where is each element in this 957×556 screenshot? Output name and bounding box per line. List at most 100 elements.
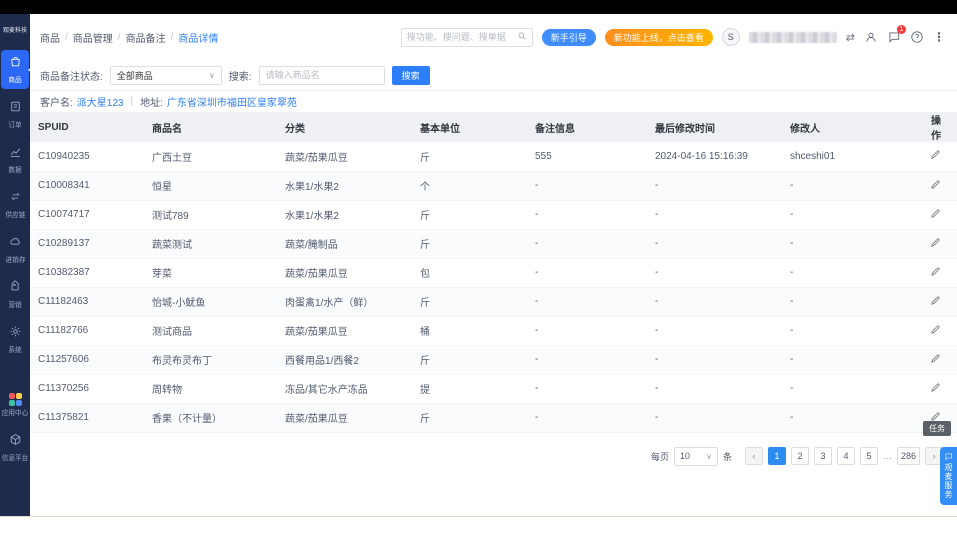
table-cell: -	[535, 296, 539, 307]
edit-icon[interactable]	[930, 238, 941, 251]
edit-icon[interactable]	[930, 383, 941, 396]
sidebar-item-supply-chain[interactable]: 供应链	[1, 185, 29, 224]
table-cell: 斤	[420, 356, 430, 367]
sidebar-item-system[interactable]: 系统	[1, 320, 29, 359]
chevron-down-icon: ∨	[706, 451, 712, 461]
actions-cell	[917, 229, 957, 258]
table-cell: -	[535, 412, 539, 423]
global-search[interactable]	[400, 27, 533, 47]
table-cell: -	[535, 354, 539, 365]
global-search-input[interactable]	[406, 32, 517, 42]
pagination: 每页 10 ∨ 条 ‹ 1 2 3 4 5 … 286 ›	[30, 433, 957, 466]
sidebar-item-label: 营销	[8, 302, 22, 309]
edit-icon[interactable]	[930, 150, 941, 163]
col-modifier: 修改人	[782, 112, 917, 142]
message-icon[interactable]: 1	[887, 25, 906, 44]
table-cell: 蔬菜/茄果瓜豆	[285, 414, 348, 425]
page-button-1[interactable]: 1	[767, 447, 786, 465]
table-cell: C10382387	[38, 267, 90, 278]
switch-account-icon[interactable]: ⇄	[846, 31, 855, 44]
prev-page-button[interactable]: ‹	[744, 447, 763, 465]
page-button-4[interactable]: 4	[836, 447, 855, 465]
more-icon[interactable]: ⋮	[933, 30, 945, 44]
client-name-label: 客户名:	[40, 98, 73, 109]
guide-button[interactable]: 新手引导	[541, 28, 596, 46]
actions-cell	[917, 374, 957, 403]
avatar[interactable]: S	[721, 28, 740, 46]
sidebar-item-inventory[interactable]: 进销存	[1, 230, 29, 269]
service-tab[interactable]: 观麦服务	[940, 447, 957, 505]
page-button-3[interactable]: 3	[813, 447, 832, 465]
sidebar-item-goods[interactable]: 商品	[1, 50, 29, 89]
help-icon[interactable]	[910, 30, 924, 44]
sidebar-bottom: 应用中心 信息平台	[0, 385, 30, 470]
table-cell: -	[790, 180, 794, 191]
support-icon[interactable]	[864, 30, 878, 44]
table-cell: 西餐用品1/西餐2	[285, 356, 359, 367]
letterbox-top	[0, 0, 957, 14]
sidebar-item-label: 数据	[8, 167, 22, 174]
table-cell: -	[790, 209, 794, 220]
sidebar-item-orders[interactable]: 订单	[1, 95, 29, 134]
search-button[interactable]: 搜索	[391, 65, 430, 85]
table-cell: 包	[420, 269, 430, 280]
table-cell: 2024-04-16 15:16:39	[655, 150, 748, 162]
page-button-5[interactable]: 5	[859, 447, 878, 465]
edit-icon[interactable]	[930, 354, 941, 367]
table-cell: 水果1/水果2	[285, 182, 339, 193]
app-logo: 观麦科技	[2, 28, 27, 34]
page-button-last[interactable]: 286	[896, 447, 920, 465]
task-tag[interactable]: 任务	[923, 421, 951, 436]
table-cell: C10008341	[38, 180, 90, 191]
page-button-2[interactable]: 2	[790, 447, 809, 465]
tag-icon	[9, 280, 22, 298]
table-cell: -	[535, 238, 539, 249]
table-cell: -	[535, 383, 539, 394]
sidebar-item-data[interactable]: 数据	[1, 140, 29, 179]
table-cell: 测试789	[152, 211, 189, 222]
table-row: C10289137 蔬菜测试 蔬菜/腌制品 斤 - - -	[30, 229, 957, 258]
edit-icon[interactable]	[930, 325, 941, 338]
edit-icon[interactable]	[930, 296, 941, 309]
table-row: C11375821 香果（不计量） 蔬菜/茄果瓜豆 斤 - - -	[30, 403, 957, 432]
per-page-select[interactable]: 10 ∨	[673, 446, 718, 466]
sidebar-item-label: 信息平台	[1, 455, 29, 462]
breadcrumb-item[interactable]: 商品	[40, 30, 60, 45]
table-row: C11182463 怡城-小鱿鱼 肉蛋禽1/水产（鲜） 斤 - - -	[30, 287, 957, 316]
table-cell: -	[655, 354, 659, 365]
goods-search-input[interactable]	[258, 65, 385, 85]
table-row: C10008341 恒星 水果1/水果2 个 - - -	[30, 171, 957, 200]
edit-icon[interactable]	[930, 180, 941, 193]
col-last-modified: 最后修改时间	[647, 112, 782, 142]
edit-icon[interactable]	[930, 267, 941, 280]
filter-bar: 商品备注状态: 全部商品 ∨ 搜索: 搜索	[30, 60, 957, 91]
sidebar-item-label: 系统	[8, 347, 22, 354]
table-cell: 广西土豆	[152, 152, 192, 164]
table-row: C10074717 测试789 水果1/水果2 斤 - - -	[30, 200, 957, 229]
promo-button[interactable]: 新功能上线，点击查看	[604, 28, 713, 46]
main-content: 商品/ 商品管理/ 商品备注/ 商品详情 新手引导 新功能上线，点击查看 S ⇄…	[30, 14, 957, 516]
breadcrumb-item[interactable]: 商品备注	[126, 30, 166, 45]
table-cell: 蔬菜/茄果瓜豆	[285, 327, 348, 338]
gear-icon	[9, 325, 22, 343]
search-filter-label: 搜索:	[228, 71, 252, 83]
sidebar-item-app-center[interactable]: 应用中心	[1, 388, 29, 422]
client-name-link[interactable]: 派大星123	[77, 94, 124, 109]
search-icon[interactable]	[517, 28, 527, 46]
header-actions: 新手引导 新功能上线，点击查看 S ⇄ 1 ⋮	[400, 25, 945, 47]
actions-cell	[917, 287, 957, 316]
sidebar: 观麦科技 商品 订单 数据 供应链 进销存 营销 系统 应用中心 信息平台	[0, 14, 30, 516]
sidebar-item-info-platform[interactable]: 信息平台	[1, 428, 29, 467]
edit-icon[interactable]	[930, 209, 941, 222]
client-address-link[interactable]: 广东省深圳市福田区皇家翠苑	[167, 94, 297, 109]
table-cell: C11370256	[38, 383, 89, 394]
sidebar-item-marketing[interactable]: 营销	[1, 275, 29, 314]
cube-icon	[9, 433, 22, 451]
table-cell: 冻品/其它水产冻品	[285, 385, 368, 396]
status-filter-select[interactable]: 全部商品 ∨	[109, 65, 222, 85]
sidebar-nav: 商品 订单 数据 供应链 进销存 营销 系统	[0, 47, 30, 362]
table-cell: -	[655, 209, 659, 220]
client-address-label: 地址:	[140, 98, 163, 109]
per-page-unit: 条	[722, 451, 732, 462]
breadcrumb-item[interactable]: 商品管理	[73, 30, 113, 45]
